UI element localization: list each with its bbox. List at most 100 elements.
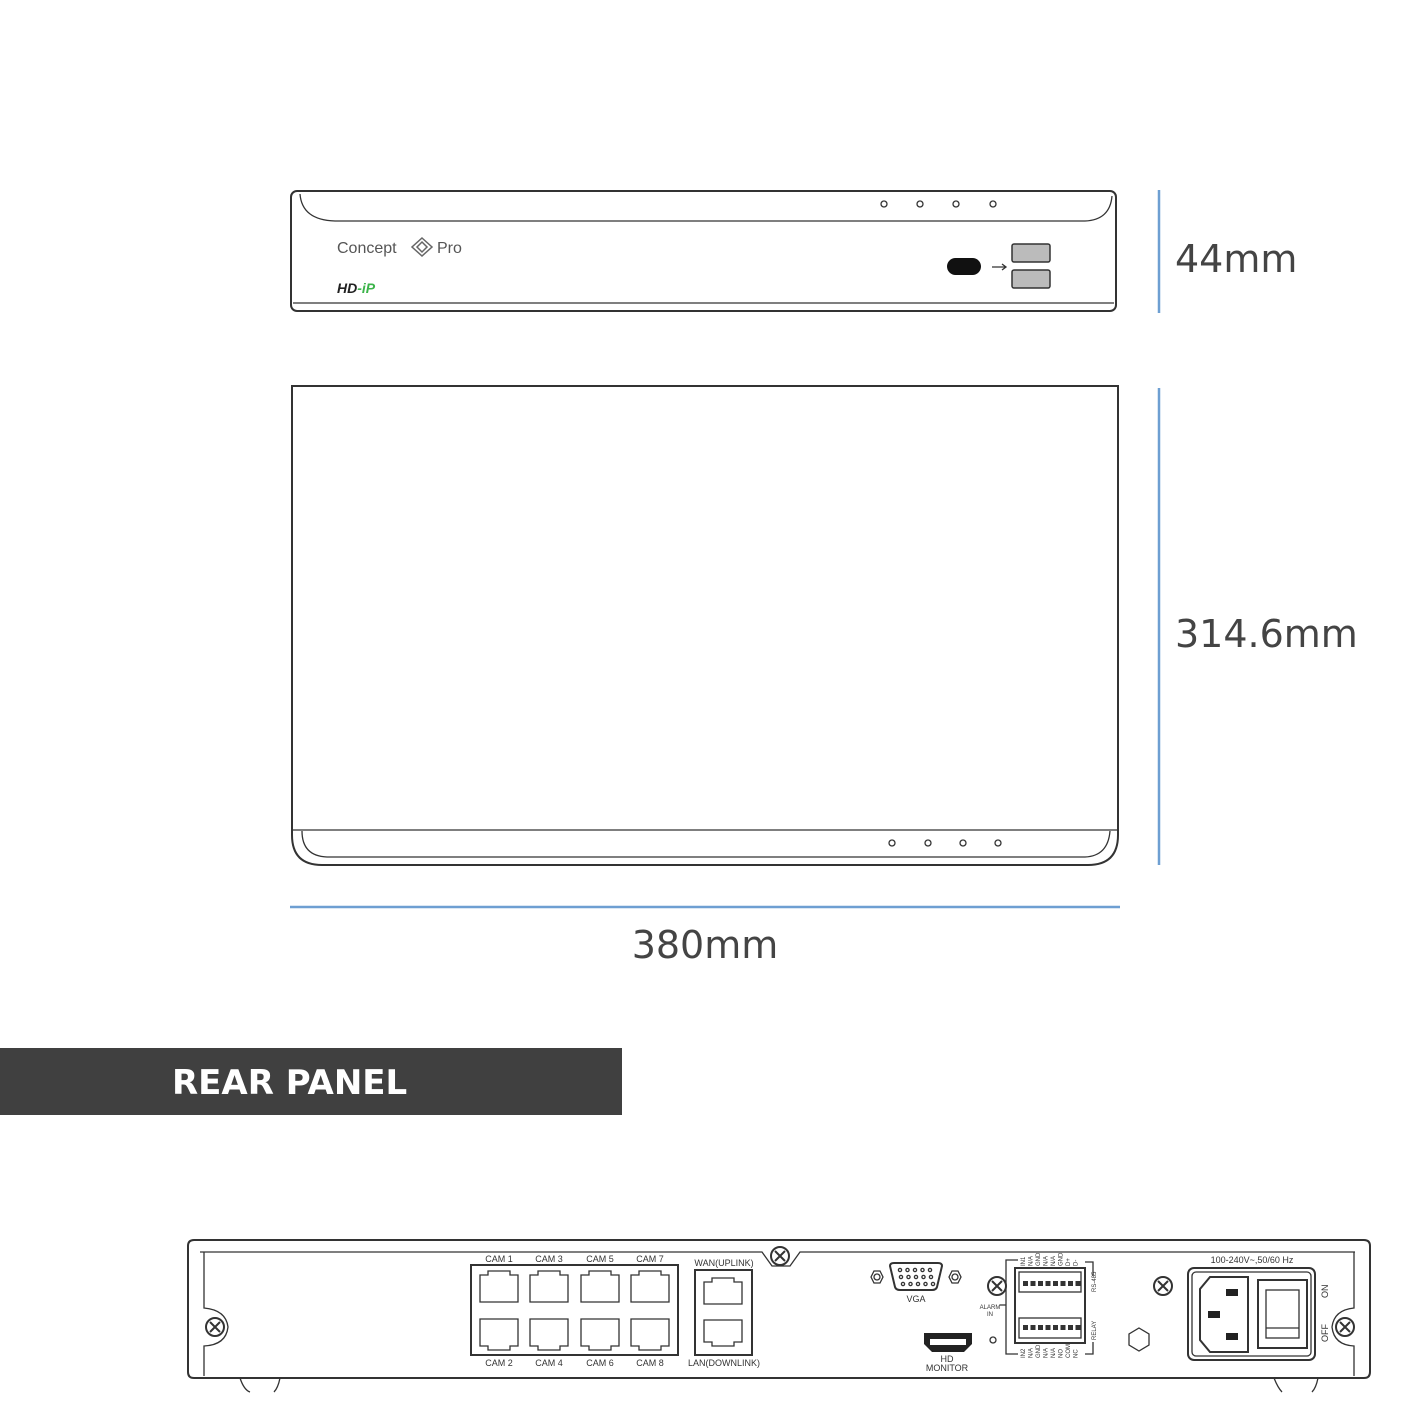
network-ports: WAN(UPLINK) LAN(DOWNLINK) — [688, 1258, 760, 1368]
height-label: 44mm — [1175, 237, 1297, 281]
terminal-pin — [1045, 1325, 1051, 1330]
vga-pin — [920, 1267, 925, 1273]
vga-pin — [913, 1274, 919, 1280]
power-section: 100-240V~,50/60 Hz ON OFF — [1187, 1255, 1330, 1361]
cam-port — [479, 1318, 519, 1351]
vga-pin — [897, 1267, 903, 1273]
reset-hole — [989, 1336, 997, 1344]
port-label: CAM 5 — [586, 1254, 614, 1264]
screw-icon — [205, 1317, 225, 1337]
vga-pin — [900, 1281, 906, 1287]
terminal-label: D+ — [1066, 1258, 1072, 1266]
monitor-label: MONITOR — [926, 1363, 969, 1373]
wan-port — [703, 1277, 743, 1305]
terminal-label: N/A — [1029, 1256, 1035, 1266]
brand-text: Pro — [437, 240, 462, 257]
terminal-pin — [1060, 1325, 1066, 1330]
screw-icon — [987, 1276, 1007, 1296]
port-label: CAM 3 — [535, 1254, 563, 1264]
terminal-label: NC — [1074, 1349, 1080, 1358]
vga-label: VGA — [906, 1294, 925, 1304]
alarm-in-label: IN — [987, 1312, 993, 1318]
terminal-label: N/A — [1044, 1256, 1050, 1266]
vga-pin — [915, 1281, 921, 1287]
terminal-pin — [1045, 1281, 1051, 1286]
terminal-label: N/A — [1029, 1348, 1035, 1358]
terminal-pin — [1038, 1281, 1043, 1286]
terminal-label: COM — [1066, 1344, 1072, 1358]
vga-pin — [927, 1267, 933, 1273]
width-label: 380mm — [632, 923, 779, 967]
cam-ports: CAM 1 CAM 3 CAM 5 CAM 7 CAM 2 CAM 4 CAM … — [470, 1254, 679, 1368]
terminal-block: ALARM IN IN1 N/A GND N/A N/A GND D+ D-IN2 N/A GND… — [980, 1252, 1098, 1358]
vga-port: VGA — [870, 1262, 962, 1304]
terminal-label: GND — [1036, 1252, 1042, 1266]
terminal-pin — [1060, 1281, 1066, 1286]
terminal-pin — [1023, 1281, 1028, 1286]
vga-pin — [930, 1281, 936, 1287]
cam-port — [580, 1318, 620, 1351]
terminal-pin — [1068, 1325, 1073, 1330]
section-title: REAR PANEL — [172, 1063, 407, 1103]
lan-port — [703, 1319, 743, 1347]
port-label: CAM 1 — [485, 1254, 513, 1264]
cam-port — [529, 1318, 569, 1351]
concept-pro-logo: Concept Pro — [337, 236, 462, 258]
ir-receiver — [947, 258, 981, 275]
top-view — [291, 385, 1119, 866]
vga-pin — [905, 1267, 910, 1273]
rear-panel: CAM 1 CAM 3 CAM 5 CAM 7 CAM 2 CAM 4 CAM … — [187, 1239, 1371, 1393]
rs485-label: RS-485 — [1092, 1271, 1098, 1292]
port-label: CAM 7 — [636, 1254, 664, 1264]
hdmi-port: HD MONITOR — [924, 1333, 972, 1373]
wan-label: WAN(UPLINK) — [694, 1258, 753, 1268]
terminal-label: NO — [1059, 1349, 1065, 1358]
vga-pin — [898, 1274, 904, 1280]
terminal-label: IN1 — [1021, 1256, 1027, 1266]
relay-label: RELAY — [1092, 1321, 1098, 1340]
terminal-pin — [1023, 1325, 1028, 1330]
terminal-label: D- — [1074, 1260, 1080, 1266]
cam-port — [630, 1318, 670, 1351]
terminal-pin — [1068, 1281, 1073, 1286]
nvr-dimension-drawing: Concept Pro HD-iP 44mm 314.6mm 380mm REA… — [0, 190, 1371, 1393]
ground-nut — [1128, 1327, 1150, 1352]
vga-pin — [908, 1281, 913, 1287]
port-label: CAM 2 — [485, 1358, 513, 1368]
terminal-pin — [1053, 1325, 1058, 1330]
usb-port-top — [1011, 243, 1051, 263]
vga-pin — [923, 1281, 928, 1287]
vga-pin — [921, 1274, 926, 1280]
cam-port — [580, 1270, 620, 1303]
terminal-label: GND — [1036, 1344, 1042, 1358]
brand-text: Concept — [337, 240, 397, 257]
vga-pin — [928, 1274, 934, 1280]
usb-port-bottom — [1011, 269, 1051, 289]
screw-icon — [770, 1246, 790, 1266]
vga-pin — [912, 1267, 918, 1273]
cam-port — [479, 1270, 519, 1303]
status-leds — [880, 200, 997, 208]
terminal-pin — [1030, 1281, 1036, 1286]
port-label: CAM 6 — [586, 1358, 614, 1368]
terminal-pin — [1053, 1281, 1058, 1286]
terminal-pin — [1030, 1325, 1036, 1330]
depth-label: 314.6mm — [1175, 612, 1358, 656]
screw-icon — [1153, 1276, 1173, 1296]
power-rating-label: 100-240V~,50/60 Hz — [1211, 1255, 1294, 1265]
terminal-pin — [1075, 1325, 1081, 1330]
vga-pin — [906, 1274, 911, 1280]
lan-label: LAN(DOWNLINK) — [688, 1358, 760, 1368]
off-label: OFF — [1320, 1324, 1330, 1342]
terminal-pin — [1075, 1281, 1081, 1286]
usb-icon — [992, 263, 1008, 271]
terminal-label: IN2 — [1021, 1348, 1027, 1358]
on-label: ON — [1320, 1285, 1330, 1299]
power-inlet — [1199, 1276, 1249, 1353]
port-label: CAM 8 — [636, 1358, 664, 1368]
terminal-label: N/A — [1044, 1348, 1050, 1358]
terminal-pin — [1038, 1325, 1043, 1330]
diamond-logo-icon — [410, 236, 434, 258]
screws — [205, 1246, 1355, 1337]
front-panel: Concept Pro HD-iP — [290, 190, 1117, 312]
